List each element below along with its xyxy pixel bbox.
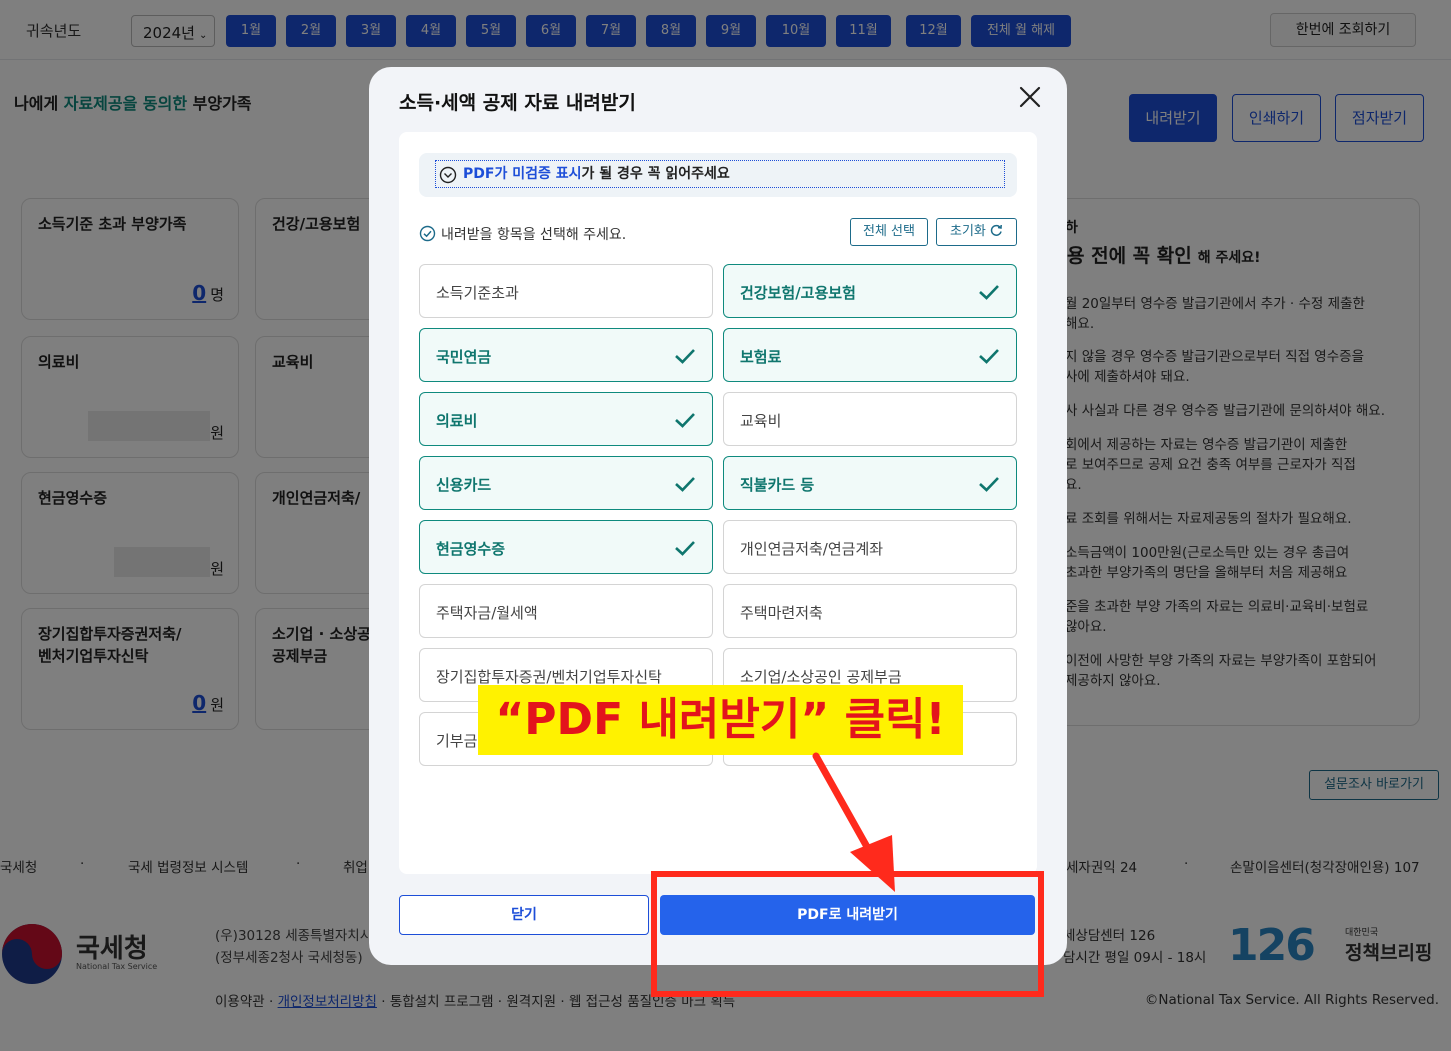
- close-button[interactable]: 닫기: [399, 895, 649, 935]
- option-현금영수증[interactable]: 현금영수증: [419, 520, 713, 574]
- notice-highlight: PDF가 미검증 표시: [463, 166, 582, 182]
- option-label: 기부금: [436, 732, 478, 750]
- select-all-button[interactable]: 전체 선택: [850, 218, 928, 246]
- modal-title: 소득·세액 공제 자료 내려받기: [399, 92, 636, 114]
- option-label: 직불카드 등: [740, 476, 815, 494]
- option-label: 국민연금: [436, 348, 492, 366]
- option-label: 의료비: [436, 412, 478, 430]
- option-직불카드 등[interactable]: 직불카드 등: [723, 456, 1017, 510]
- check-icon: [675, 349, 695, 364]
- check-icon: [675, 413, 695, 428]
- option-의료비[interactable]: 의료비: [419, 392, 713, 446]
- check-circle-icon: [419, 225, 436, 242]
- option-건강보험/고용보험[interactable]: 건강보험/고용보험: [723, 264, 1017, 318]
- check-icon: [979, 285, 999, 300]
- option-보험료[interactable]: 보험료: [723, 328, 1017, 382]
- option-주택자금/월세액[interactable]: 주택자금/월세액: [419, 584, 713, 638]
- instruction-text: 내려받을 항목을 선택해 주세요.: [441, 227, 627, 243]
- option-신용카드[interactable]: 신용카드: [419, 456, 713, 510]
- option-label: 소기업/소상공인 공제부금: [740, 668, 902, 686]
- pdf-notice-text: PDF가 미검증 표시가 될 경우 꼭 읽어주세요: [463, 163, 730, 183]
- check-icon: [675, 541, 695, 556]
- instruction: 내려받을 항목을 선택해 주세요.: [419, 224, 626, 244]
- check-icon: [979, 349, 999, 364]
- option-주택마련저축[interactable]: 주택마련저축: [723, 584, 1017, 638]
- annotation-highlight-box: [651, 871, 1044, 997]
- download-modal: 소득·세액 공제 자료 내려받기 PDF가 미검증 표시가 될 경우 꼭 읽어주…: [369, 67, 1067, 965]
- option-국민연금[interactable]: 국민연금: [419, 328, 713, 382]
- option-교육비[interactable]: 교육비: [723, 392, 1017, 446]
- pdf-notice-toggle[interactable]: PDF가 미검증 표시가 될 경우 꼭 읽어주세요: [419, 153, 1017, 197]
- check-icon: [979, 477, 999, 492]
- notice-rest: 가 될 경우 꼭 읽어주세요: [581, 166, 730, 182]
- option-label: 주택자금/월세액: [436, 604, 538, 622]
- check-icon: [675, 477, 695, 492]
- option-label: 개인연금저축/연금계좌: [740, 540, 884, 558]
- option-label: 보험료: [740, 348, 782, 366]
- option-소득기준초과[interactable]: 소득기준초과: [419, 264, 713, 318]
- reset-label: 초기화: [949, 224, 986, 239]
- option-label: 건강보험/고용보험: [740, 284, 856, 302]
- option-개인연금저축/연금계좌[interactable]: 개인연금저축/연금계좌: [723, 520, 1017, 574]
- option-label: 장기집합투자증권/벤처기업투자신탁: [436, 668, 662, 686]
- modal-body: PDF가 미검증 표시가 될 경우 꼭 읽어주세요 내려받을 항목을 선택해 주…: [399, 132, 1037, 874]
- option-label: 주택마련저축: [740, 604, 823, 622]
- expand-circle-icon: [439, 166, 457, 184]
- close-icon[interactable]: [1016, 83, 1044, 111]
- option-label: 신용카드: [436, 476, 492, 494]
- option-label: 교육비: [740, 412, 782, 430]
- option-label: 현금영수증: [436, 540, 506, 558]
- refresh-icon: [990, 224, 1002, 236]
- option-label: 소득기준초과: [436, 284, 519, 302]
- reset-button[interactable]: 초기화: [936, 218, 1017, 246]
